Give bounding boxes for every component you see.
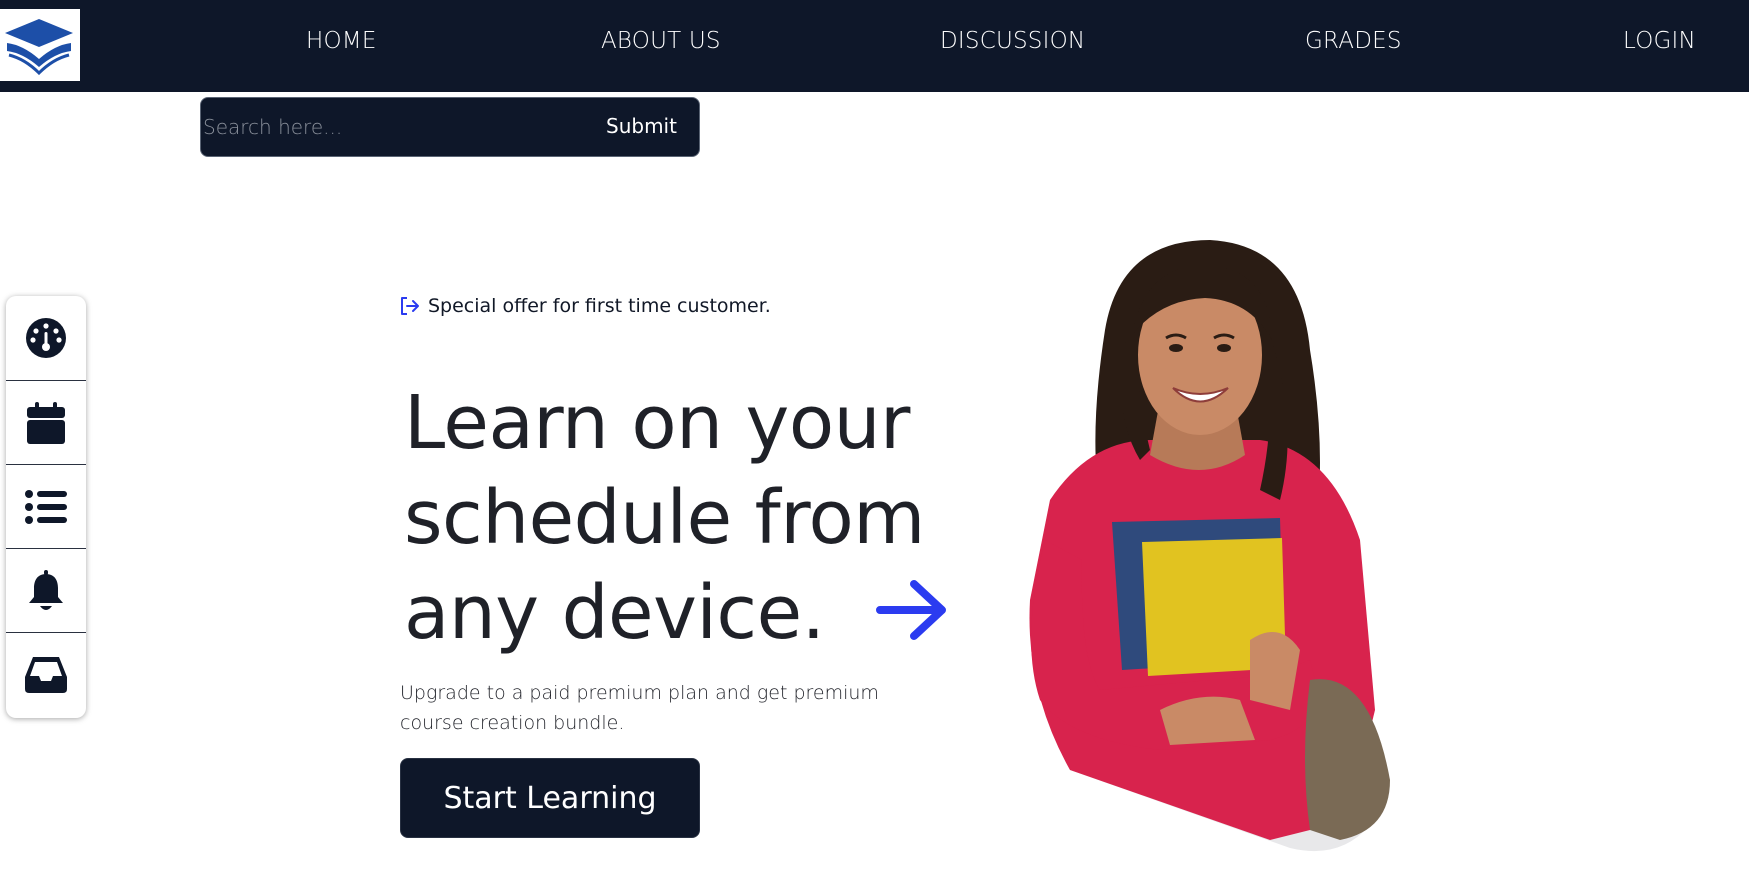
bell-icon	[29, 570, 63, 610]
headline-line: schedule from	[404, 475, 925, 561]
sidebar-item-inbox[interactable]	[6, 633, 86, 717]
search-submit-button[interactable]: Submit	[606, 114, 677, 138]
start-learning-button[interactable]: Start Learning	[400, 758, 700, 838]
sidebar-item-calendar[interactable]	[6, 381, 86, 465]
nav-login[interactable]: LOGIN	[1623, 28, 1696, 54]
hero-subtext: Upgrade to a paid premium plan and get p…	[400, 682, 879, 734]
list-icon	[25, 490, 67, 524]
special-offer-text: Special offer for first time customer.	[428, 295, 771, 317]
calendar-icon	[27, 402, 65, 444]
headline-line: Learn on your	[404, 380, 910, 466]
sidebar-item-notifications[interactable]	[6, 549, 86, 633]
nav-about-us[interactable]: ABOUT US	[601, 28, 721, 54]
nav-grades[interactable]: GRADES	[1305, 28, 1402, 54]
sidebar-item-dashboard[interactable]	[6, 296, 86, 380]
nav-discussion[interactable]: DISCUSSION	[940, 28, 1085, 54]
logo-icon	[5, 19, 73, 76]
inbox-icon	[25, 657, 67, 693]
top-navbar: HOME ABOUT US DISCUSSION GRADES LOGIN	[0, 0, 1749, 92]
search-input[interactable]	[203, 110, 563, 144]
arrow-right-icon	[876, 580, 946, 640]
sign-in-icon	[401, 297, 419, 315]
student-photo	[1029, 240, 1390, 852]
search-bar: Submit	[200, 97, 700, 157]
logo[interactable]	[0, 9, 80, 81]
dashboard-icon	[26, 318, 66, 358]
side-toolbar	[6, 296, 86, 718]
nav-home[interactable]: HOME	[306, 28, 377, 54]
sidebar-item-list[interactable]	[6, 465, 86, 549]
special-offer: Special offer for first time customer.	[400, 292, 771, 320]
